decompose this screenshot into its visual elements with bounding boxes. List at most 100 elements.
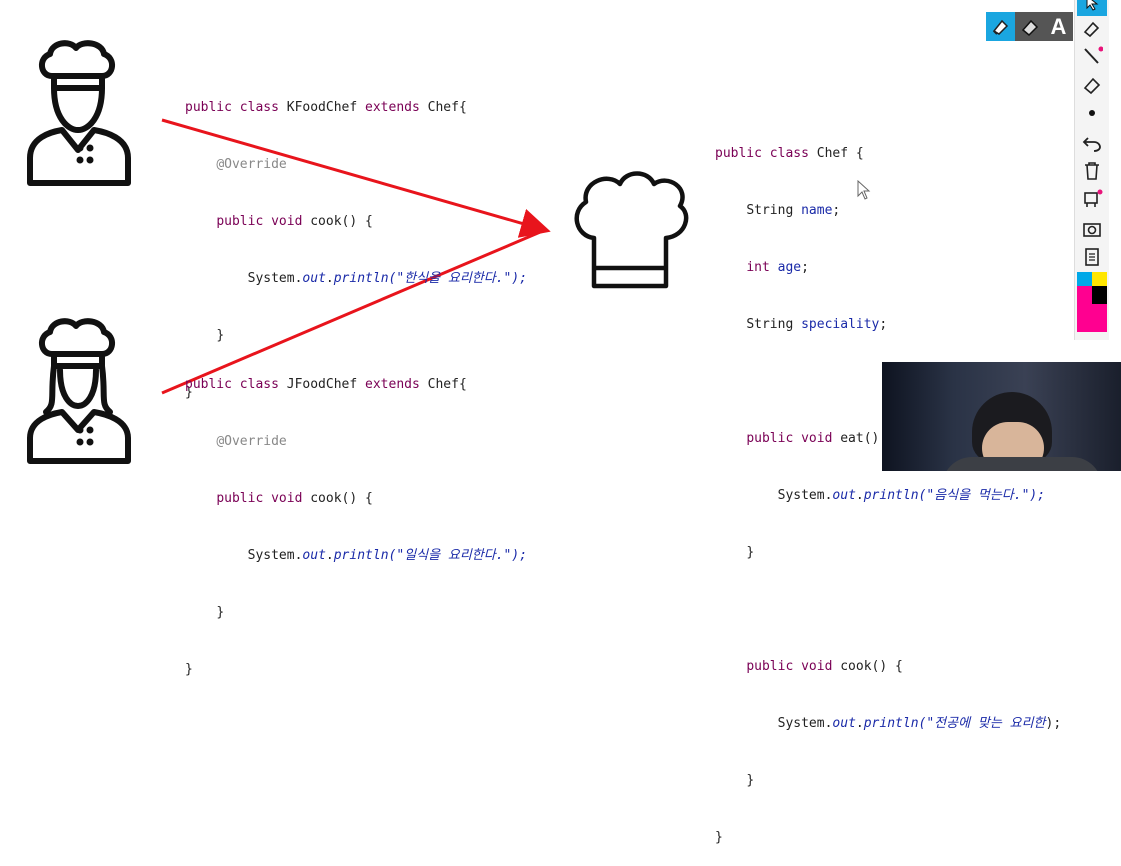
color-swatch[interactable] [1077, 272, 1092, 286]
code-text: Chef{ [427, 100, 467, 115]
color-swatch[interactable] [1092, 286, 1107, 304]
code-line: public void cook() { [715, 657, 1061, 676]
class-name: JFoodChef [286, 377, 366, 392]
text-icon: A [1050, 13, 1067, 39]
stamp-icon [1084, 189, 1103, 207]
code-text: } [216, 605, 225, 620]
code-text: ; [879, 317, 888, 332]
code-text: cook() { [310, 491, 373, 506]
code-line: String name; [715, 201, 1061, 220]
string-literal: ("일식을 요리한다."); [388, 548, 528, 563]
annotation-top-toolbar: A [986, 12, 1074, 42]
keyword: extends [365, 377, 428, 392]
text-tool-button[interactable]: A [1044, 12, 1073, 41]
person-shoulder [942, 457, 1102, 471]
code-text: } [715, 830, 723, 845]
code-text: System. [247, 271, 303, 286]
undo-icon [1082, 137, 1101, 152]
code-text: cook() { [840, 659, 903, 674]
code-line: System.out.println("일식을 요리한다."); [185, 546, 527, 565]
clear-button[interactable] [1077, 158, 1107, 184]
female-chef-icon [27, 318, 131, 464]
keyword: extends [365, 100, 428, 115]
camera-icon [1083, 223, 1101, 237]
type-name: String [746, 203, 802, 218]
highlighter-tool-button[interactable] [986, 12, 1015, 41]
eraser-button[interactable] [1077, 72, 1107, 98]
trash-icon [1085, 162, 1099, 180]
static-field: out [302, 548, 326, 563]
code-text: . [855, 488, 864, 503]
highlighter-icon [1083, 21, 1100, 38]
method-call: println [333, 271, 389, 286]
chef-code: public class Chef { String name; int age… [715, 106, 1061, 866]
undo-button[interactable] [1077, 130, 1107, 156]
code-text: . [325, 548, 334, 563]
code-text: Chef{ [427, 377, 467, 392]
notes-icon [1085, 248, 1099, 266]
eraser-tool-button[interactable] [1015, 12, 1044, 41]
type-name: int [746, 260, 778, 275]
field-name: age [777, 260, 802, 275]
code-line: String speciality; [715, 315, 1061, 334]
static-field: out [832, 488, 856, 503]
color-swatch[interactable] [1092, 272, 1107, 286]
class-name: KFoodChef [286, 100, 366, 115]
type-name: String [746, 317, 802, 332]
code-line: } [715, 771, 1061, 790]
code-line: public class JFoodChef extends Chef{ [185, 375, 527, 394]
code-text: System. [247, 548, 303, 563]
code-line: public class KFoodChef extends Chef{ [185, 98, 527, 117]
highlighter-button[interactable] [1077, 16, 1107, 42]
code-text: } [746, 773, 755, 788]
color-palette[interactable] [1077, 272, 1107, 332]
code-line: } [715, 543, 1061, 562]
code-line: public void cook() { [185, 489, 527, 508]
code-text: } [185, 662, 193, 677]
method-call: println [333, 548, 389, 563]
keyword: public void [746, 431, 841, 446]
dot-icon [1089, 110, 1095, 116]
code-text: . [855, 716, 864, 731]
highlighter-icon [992, 19, 1008, 35]
cursor-tool-button[interactable] [1077, 0, 1107, 16]
code-text: cook() { [310, 214, 373, 229]
code-text: ); [1045, 716, 1062, 731]
jfoodchef-code: public class JFoodChef extends Chef{ @Ov… [185, 337, 527, 698]
code-text: ; [832, 203, 841, 218]
annotation: @Override [216, 434, 287, 449]
keyword: public void [216, 491, 311, 506]
code-text: System. [777, 488, 833, 503]
code-line: System.out.println("한식을 요리한다."); [185, 269, 527, 288]
point-size-button[interactable] [1077, 100, 1107, 126]
code-line: } [185, 603, 527, 622]
code-line: } [715, 828, 1061, 847]
code-text: } [746, 545, 755, 560]
cursor-icon [1086, 0, 1099, 11]
field-name: name [801, 203, 833, 218]
notes-button[interactable] [1077, 244, 1107, 270]
code-text: . [325, 271, 334, 286]
annotation-side-toolbar [1074, 0, 1109, 340]
static-field: out [832, 716, 856, 731]
code-line: System.out.println("음식을 먹는다."); [715, 486, 1061, 505]
code-line: public void cook() { [185, 212, 527, 231]
string-literal: ("음식을 먹는다."); [918, 488, 1046, 503]
keyword: public class [715, 146, 817, 161]
screenshot-button[interactable] [1077, 216, 1107, 242]
field-name: speciality [801, 317, 880, 332]
webcam-overlay [882, 362, 1121, 471]
code-line: int age; [715, 258, 1061, 277]
stamp-button[interactable] [1077, 186, 1107, 212]
eraser-icon [1021, 19, 1038, 36]
pen-icon [1084, 46, 1103, 64]
keyword: public class [185, 100, 287, 115]
string-literal: ("한식을 요리한다."); [388, 271, 528, 286]
mouse-pointer-icon [857, 180, 871, 200]
method-call: println [863, 488, 919, 503]
code-line: } [185, 660, 527, 679]
pen-button[interactable] [1077, 44, 1107, 70]
static-field: out [302, 271, 326, 286]
code-line: @Override [185, 155, 527, 174]
